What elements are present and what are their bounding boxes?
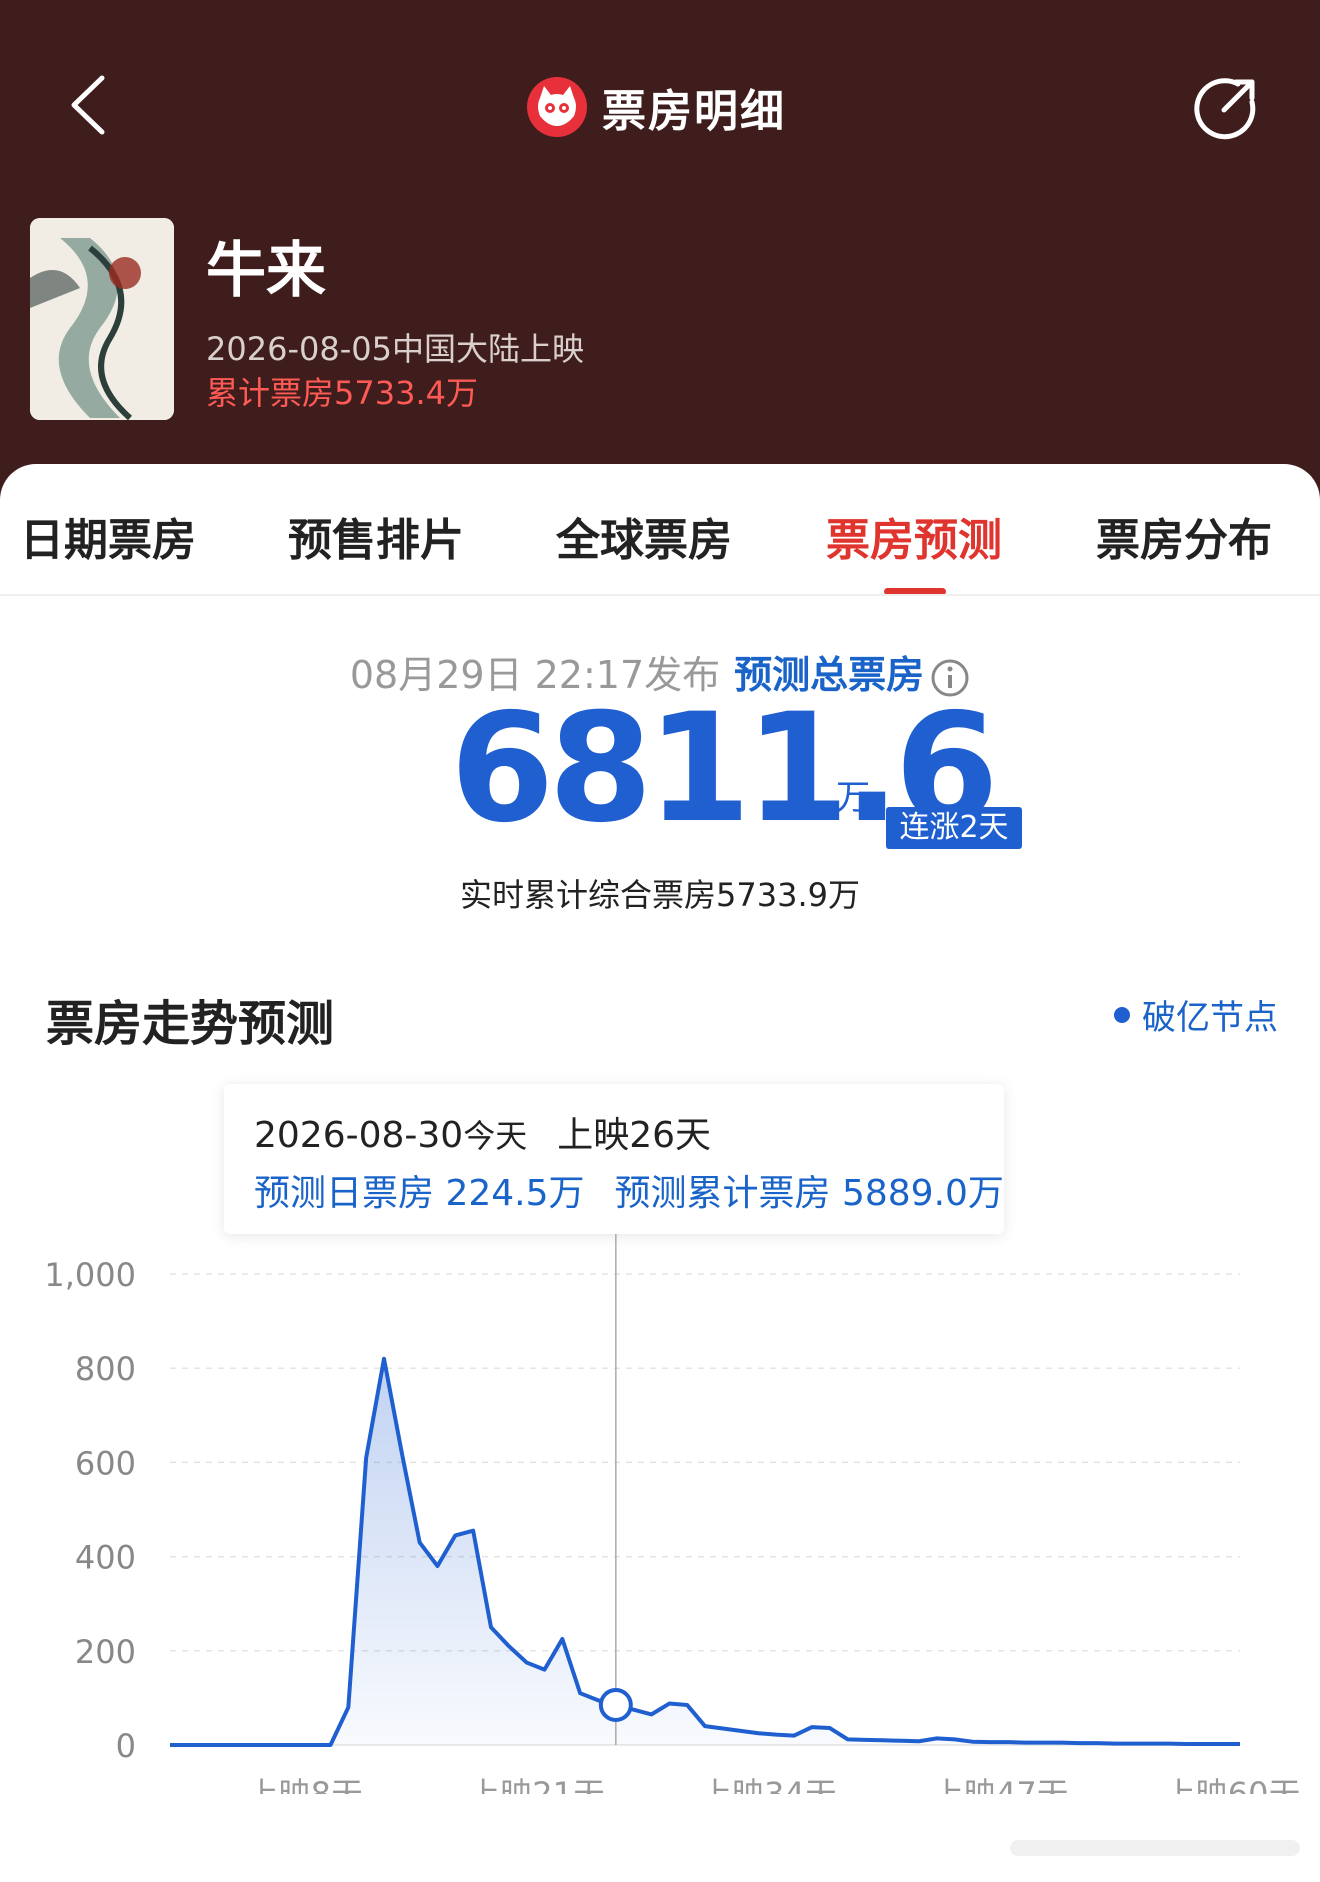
share-icon[interactable] (1190, 72, 1260, 142)
tooltip-cumulative: 预测累计票房 5889.0万 (614, 1173, 1004, 1214)
series-area (170, 1358, 1240, 1745)
divider (0, 594, 1320, 596)
milestone-dot-icon (1114, 1006, 1130, 1023)
movie-title: 牛来 (206, 236, 326, 306)
box-office-trend-chart[interactable]: 0 200 400 600 800 1,000 上映8天 上映21天 上映34天 上映47天 上映6… (0, 1234, 1320, 1794)
movie-poster[interactable] (30, 218, 174, 420)
tooltip-date-line: 2026-08-30今天 上映26天 (254, 1106, 711, 1158)
x-tick-label: 上映47天 (932, 1775, 1069, 1794)
tooltip-today: 今天 (463, 1117, 528, 1155)
y-tick-label: 1,000 (44, 1256, 136, 1294)
tab-bar: 日期票房 预售排片 全球票房 票房预测 票房分布 (0, 464, 1320, 596)
header: 票房明细 牛来 2026-08-05中国大陆上映 累计票房5733.4万 (0, 0, 1320, 500)
forecast-total-unit: 万 (836, 778, 870, 818)
y-tick-label: 200 (75, 1633, 136, 1671)
trend-badge: 连涨2天 (886, 807, 1022, 849)
y-tick-label: 0 (116, 1727, 136, 1765)
series-line (170, 1356, 1240, 1747)
tooltip-days: 上映26天 (557, 1115, 712, 1156)
tab-forecast[interactable]: 票房预测 (826, 504, 1002, 568)
x-tick-label: 上映60天 (1164, 1775, 1301, 1794)
tooltip-date: 2026-08-30 (254, 1115, 464, 1156)
milestone-label: 破亿节点 (1142, 998, 1278, 1038)
forecast-total-row: 6811.6 万 (0, 694, 1320, 844)
y-tick-label: 600 (75, 1444, 136, 1482)
tooltip-values-line: 预测日票房 224.5万 预测累计票房 5889.0万 (254, 1164, 1004, 1216)
home-indicator (1010, 1840, 1300, 1856)
highlight-point (598, 1687, 633, 1722)
tab-global[interactable]: 全球票房 (556, 504, 732, 568)
tab-daily-box-office[interactable]: 日期票房 (20, 504, 196, 568)
x-tick-label: 上映34天 (700, 1775, 837, 1794)
realtime-box-office: 实时累计综合票房5733.9万 (460, 876, 860, 914)
tab-distribution[interactable]: 票房分布 (1096, 504, 1272, 568)
y-tick-label: 800 (75, 1350, 136, 1388)
tab-presale[interactable]: 预售排片 (288, 504, 464, 568)
x-tick-label: 上映8天 (247, 1775, 363, 1794)
x-tick-label: 上映21天 (468, 1775, 605, 1794)
poster-image (30, 218, 174, 420)
cumulative-box-office: 累计票房5733.4万 (206, 374, 478, 412)
milestone-legend[interactable]: 破亿节点 (1114, 990, 1278, 1039)
release-date: 2026-08-05中国大陆上映 (206, 330, 584, 368)
cat-logo-icon (527, 77, 587, 137)
tooltip-daily: 预测日票房 224.5万 (254, 1173, 585, 1214)
y-tick-label: 400 (75, 1539, 136, 1577)
page-title: 票房明细 (602, 86, 786, 137)
section-title: 票房走势预测 (46, 996, 335, 1052)
brand: 票房明细 (526, 74, 786, 140)
content-card: 日期票房 预售排片 全球票房 票房预测 票房分布 08月29日 22:17发布预… (0, 464, 1320, 1882)
back-arrow-icon[interactable] (60, 70, 120, 140)
chart-tooltip: 2026-08-30今天 上映26天 预测日票房 224.5万 预测累计票房 588… (224, 1084, 1004, 1234)
